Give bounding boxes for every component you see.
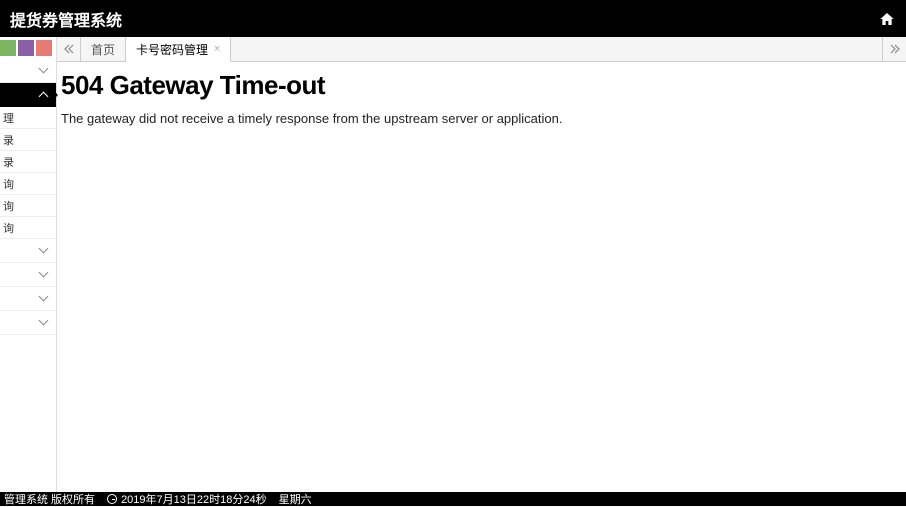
theme-red[interactable] <box>36 40 52 56</box>
clock-icon <box>107 494 117 504</box>
chevron-down-icon <box>40 270 50 280</box>
header-bar: 提货券管理系统 <box>0 0 906 37</box>
tab-home[interactable]: 首页 <box>81 37 126 61</box>
home-icon[interactable] <box>878 11 896 27</box>
footer-bar: 管理系统 版权所有 2019年7月13日22时18分24秒 星期六 <box>0 492 906 506</box>
nav-subitem[interactable]: 询 <box>0 195 56 217</box>
tab-bar: 首页 卡号密码管理 × <box>57 37 906 62</box>
double-chevron-left-icon <box>64 44 74 54</box>
tab-label: 卡号密码管理 <box>136 41 208 58</box>
error-message: The gateway did not receive a timely res… <box>61 111 902 126</box>
theme-purple[interactable] <box>18 40 34 56</box>
theme-green[interactable] <box>0 40 16 56</box>
sidebar: 理 录 录 询 询 询 <box>0 37 57 492</box>
nav-subitem[interactable]: 询 <box>0 217 56 239</box>
nav-group-4[interactable] <box>0 263 56 287</box>
footer-copyright: 管理系统 版权所有 <box>4 491 95 507</box>
tab-label: 首页 <box>91 41 115 58</box>
nav-group-6[interactable] <box>0 311 56 335</box>
nav-group-3[interactable] <box>0 239 56 263</box>
main-container: 理 录 录 询 询 询 首页 卡号密码管理 × 504 Gateway Time… <box>0 37 906 492</box>
nav-subitem[interactable]: 理 <box>0 107 56 129</box>
chevron-down-icon <box>40 66 50 76</box>
nav-subitem[interactable]: 录 <box>0 129 56 151</box>
tab-scroll-left[interactable] <box>57 37 81 61</box>
chevron-down-icon <box>40 318 50 328</box>
main-panel: 首页 卡号密码管理 × 504 Gateway Time-out The gat… <box>57 37 906 492</box>
theme-swatches <box>0 37 56 59</box>
chevron-up-icon <box>40 90 50 100</box>
nav-group-5[interactable] <box>0 287 56 311</box>
footer-datetime: 2019年7月13日22时18分24秒 <box>107 491 267 507</box>
chevron-down-icon <box>40 246 50 256</box>
error-heading: 504 Gateway Time-out <box>61 70 902 101</box>
nav-group-1[interactable] <box>0 59 56 83</box>
nav-subitem[interactable]: 询 <box>0 173 56 195</box>
footer-weekday: 星期六 <box>279 491 312 507</box>
app-title: 提货券管理系统 <box>10 7 878 31</box>
nav-subitem[interactable]: 录 <box>0 151 56 173</box>
double-chevron-right-icon <box>890 44 900 54</box>
tab-card-password-mgmt[interactable]: 卡号密码管理 × <box>126 37 231 62</box>
content-area: 504 Gateway Time-out The gateway did not… <box>57 62 906 492</box>
chevron-down-icon <box>40 294 50 304</box>
nav-group-2-active[interactable] <box>0 83 56 107</box>
tab-scroll-right[interactable] <box>882 37 906 61</box>
close-icon[interactable]: × <box>214 43 220 55</box>
